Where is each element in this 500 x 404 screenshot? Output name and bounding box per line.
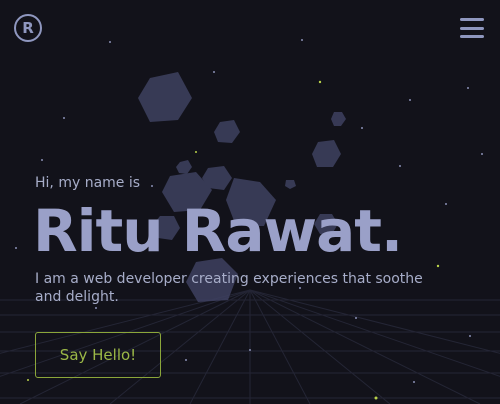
hero-greeting: Hi, my name is [35, 175, 141, 191]
hero-tagline: I am a web developer creating experience… [35, 271, 423, 305]
polyhedron-shape [331, 112, 346, 126]
polyhedron-shape [138, 72, 192, 122]
polyhedron-shape [285, 180, 296, 189]
hamburger-menu-icon[interactable] [460, 18, 484, 38]
site-logo[interactable]: R [14, 14, 42, 42]
hero-name-heading: Ritu Rawat. [33, 197, 403, 265]
say-hello-button[interactable]: Say Hello! [35, 332, 161, 378]
logo-letter: R [22, 19, 34, 37]
menu-bar-bottom [460, 35, 484, 38]
menu-bar-middle [460, 26, 484, 30]
floating-polyhedra [138, 72, 346, 302]
polyhedron-shape [214, 120, 240, 143]
polyhedron-shape [312, 140, 341, 167]
menu-bar-top [460, 18, 484, 21]
polyhedron-shape [176, 160, 192, 174]
